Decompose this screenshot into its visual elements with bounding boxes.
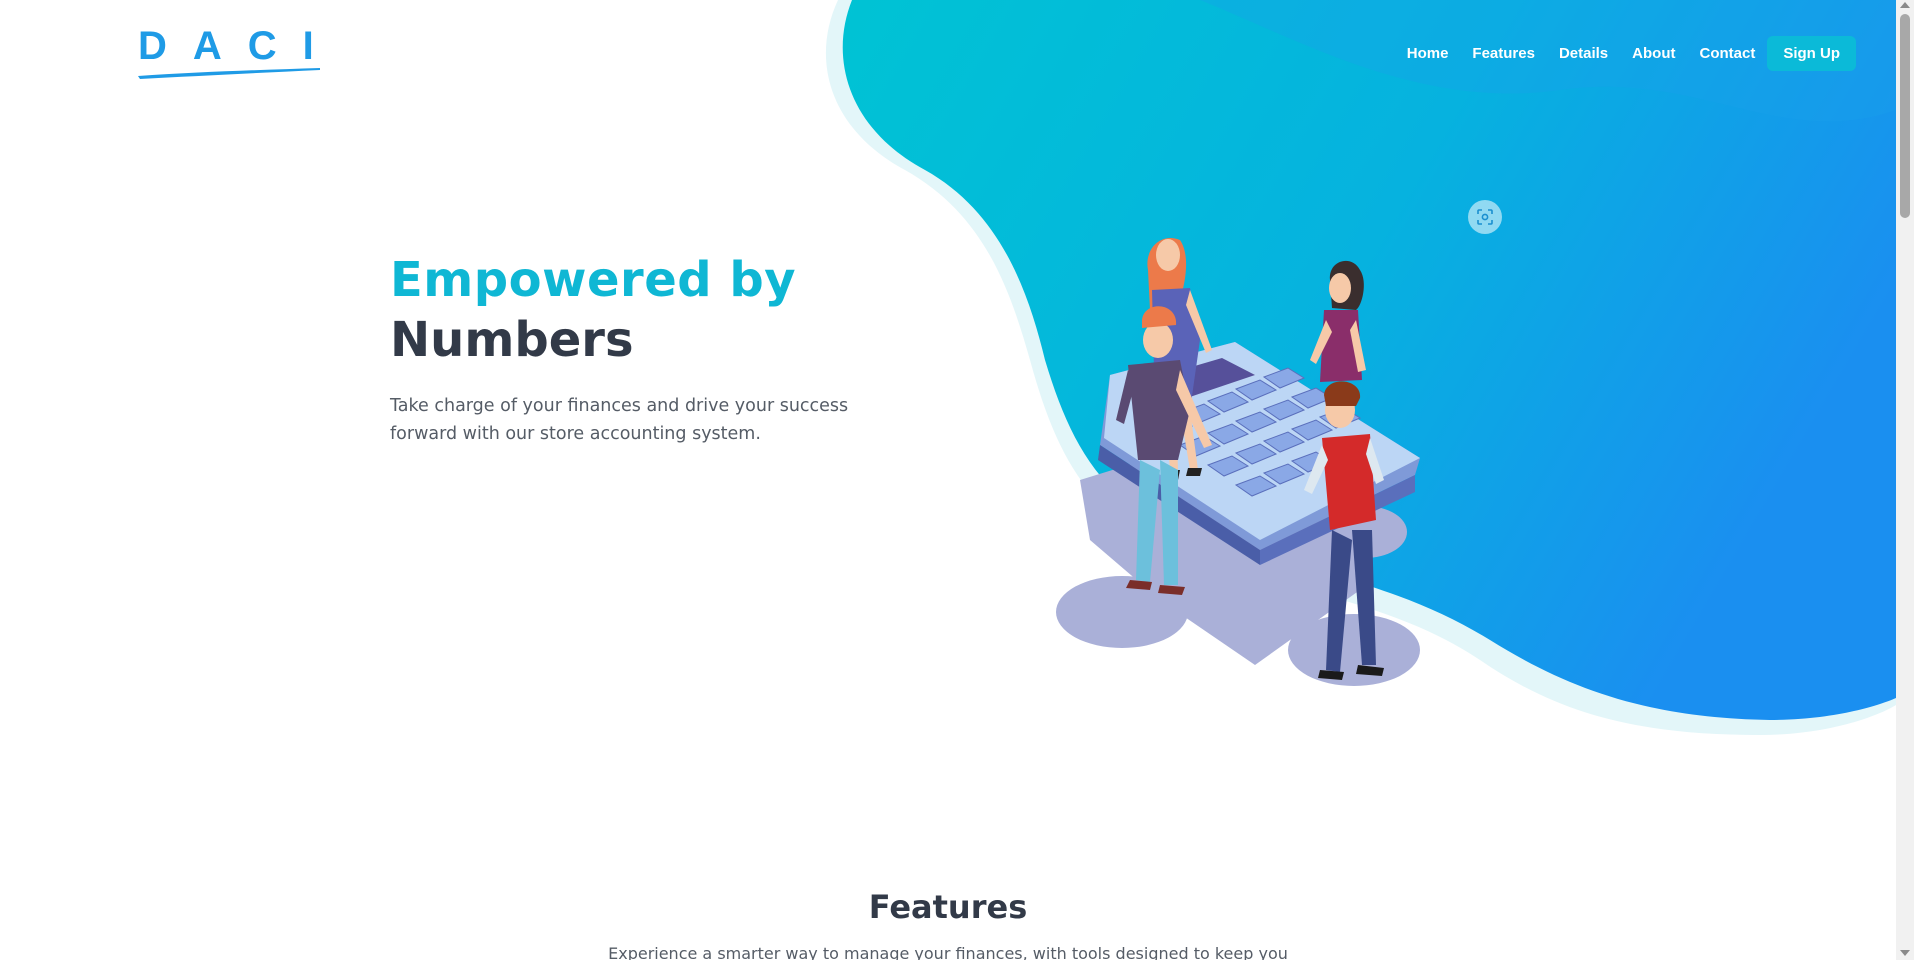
- nav-details-link[interactable]: Details: [1559, 45, 1608, 62]
- person-woman-dark-hair: [1310, 260, 1366, 382]
- people-around-calculator-illustration: [1056, 238, 1420, 686]
- hero-background-shape: [825, 0, 1896, 735]
- features-subtitle: Experience a smarter way to manage your …: [608, 944, 1288, 960]
- scroll-thumb[interactable]: [1900, 14, 1910, 218]
- nav-about-link[interactable]: About: [1632, 45, 1675, 62]
- page-scrollbar[interactable]: [1896, 0, 1914, 960]
- hero-description: Take charge of your finances and drive y…: [390, 396, 849, 444]
- main-nav: Home Features Details About Contact Sign…: [1383, 36, 1856, 71]
- hero-title-line2: Numbers: [390, 312, 634, 368]
- screenshot-capture-icon[interactable]: [1468, 200, 1502, 234]
- hero-text-block: Empowered by Numbers Take charge of your…: [390, 250, 860, 448]
- hero-title-line1: Empowered by: [390, 252, 796, 308]
- scroll-up-arrow-icon[interactable]: [1900, 2, 1910, 8]
- floor-circle-right: [1288, 614, 1420, 686]
- scroll-down-arrow-icon[interactable]: [1900, 950, 1910, 956]
- nav-home-link[interactable]: Home: [1407, 45, 1449, 62]
- features-heading: Features: [868, 888, 1028, 926]
- logo-text: DACI: [138, 24, 340, 68]
- nav-features-link[interactable]: Features: [1472, 45, 1535, 62]
- brand-logo[interactable]: DACI: [138, 24, 322, 80]
- nav-contact-link[interactable]: Contact: [1699, 45, 1755, 62]
- logo-underline-swoosh: [138, 68, 320, 79]
- signup-button[interactable]: Sign Up: [1767, 36, 1856, 71]
